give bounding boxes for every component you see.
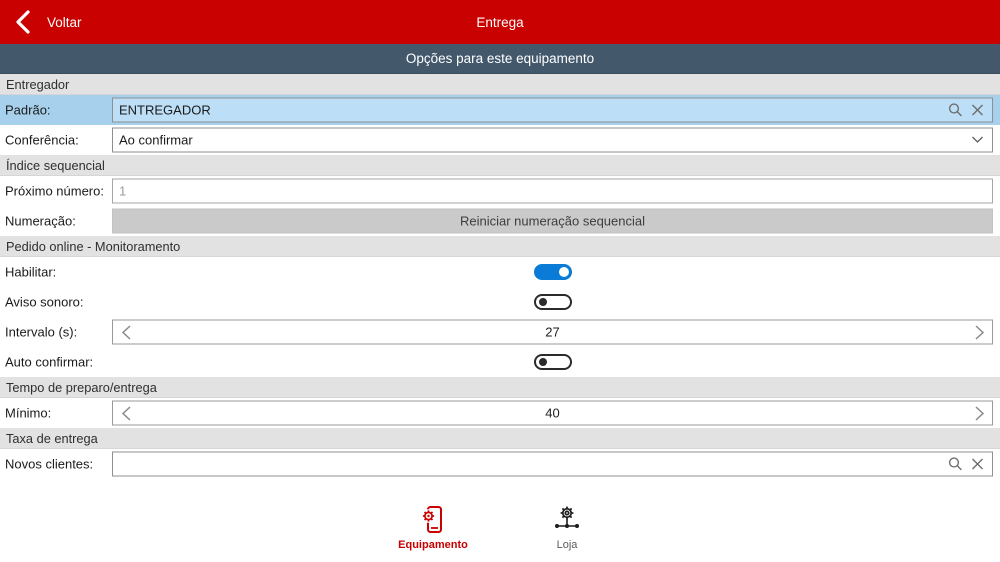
search-icon[interactable] — [948, 457, 963, 472]
padrao-label: Padrão: — [5, 103, 51, 118]
proximo-numero-input[interactable]: 1 — [112, 179, 993, 204]
row-intervalo: Intervalo (s): 27 — [0, 317, 1000, 347]
padrao-value: ENTREGADOR — [119, 103, 948, 118]
proximo-numero-label: Próximo número: — [5, 184, 104, 199]
padrao-input[interactable]: ENTREGADOR — [112, 98, 993, 123]
intervalo-label: Intervalo (s): — [5, 325, 77, 340]
auto-confirmar-label: Auto confirmar: — [5, 355, 93, 370]
row-novos-clientes: Novos clientes: — [0, 449, 1000, 479]
increment-icon[interactable] — [966, 405, 992, 421]
aviso-sonoro-label: Aviso sonoro: — [5, 295, 84, 310]
section-taxa-entrega: Taxa de entrega — [0, 428, 1000, 449]
chevron-down-icon — [971, 136, 984, 145]
minimo-label: Mínimo: — [5, 406, 51, 421]
novos-clientes-label: Novos clientes: — [5, 457, 93, 472]
auto-confirmar-toggle[interactable] — [534, 354, 572, 370]
page-title: Entrega — [0, 15, 1000, 30]
numeracao-label: Numeração: — [5, 214, 76, 229]
tab-loja[interactable]: Loja — [523, 504, 611, 551]
device-gear-icon — [418, 504, 448, 536]
increment-icon[interactable] — [966, 324, 992, 340]
back-label: Voltar — [47, 15, 82, 30]
toggle-knob — [539, 298, 547, 306]
subheader-bar: Opções para este equipamento — [0, 44, 1000, 74]
subheader-title: Opções para este equipamento — [406, 51, 594, 66]
minimo-stepper: 40 — [112, 401, 993, 426]
toggle-knob — [559, 267, 569, 277]
conferencia-value: Ao confirmar — [119, 133, 971, 148]
decrement-icon[interactable] — [113, 405, 139, 421]
row-minimo: Mínimo: 40 — [0, 398, 1000, 428]
section-entregador: Entregador — [0, 74, 1000, 95]
back-button[interactable]: Voltar — [0, 9, 82, 35]
proximo-numero-value: 1 — [119, 184, 986, 199]
conferencia-select[interactable]: Ao confirmar — [112, 128, 993, 153]
habilitar-label: Habilitar: — [5, 265, 56, 280]
intervalo-stepper: 27 — [112, 320, 993, 345]
bottom-tab-bar: Equipamento — [0, 504, 1000, 556]
reiniciar-numeracao-button[interactable]: Reiniciar numeração sequencial — [112, 209, 993, 234]
tab-equipamento[interactable]: Equipamento — [389, 504, 477, 551]
header-bar: Voltar Entrega — [0, 0, 1000, 44]
conferencia-label: Conferência: — [5, 133, 79, 148]
row-padrao: Padrão: ENTREGADOR — [0, 95, 1000, 125]
row-proximo-numero: Próximo número: 1 — [0, 176, 1000, 206]
row-conferencia: Conferência: Ao confirmar — [0, 125, 1000, 155]
novos-clientes-input[interactable] — [112, 452, 993, 477]
row-auto-confirmar: Auto confirmar: — [0, 347, 1000, 377]
back-chevron-icon — [13, 9, 35, 35]
toggle-knob — [539, 358, 547, 366]
clear-icon[interactable] — [971, 458, 984, 471]
store-network-gear-icon — [552, 504, 582, 536]
section-pedido-online: Pedido online - Monitoramento — [0, 236, 1000, 257]
intervalo-value: 27 — [139, 325, 966, 340]
minimo-value: 40 — [139, 406, 966, 421]
tab-label: Equipamento — [398, 539, 468, 551]
row-habilitar: Habilitar: — [0, 257, 1000, 287]
search-icon[interactable] — [948, 103, 963, 118]
tab-label: Loja — [557, 539, 578, 551]
habilitar-toggle[interactable] — [534, 264, 572, 280]
section-indice-sequencial: Índice sequencial — [0, 155, 1000, 176]
row-aviso-sonoro: Aviso sonoro: — [0, 287, 1000, 317]
clear-icon[interactable] — [971, 104, 984, 117]
section-tempo-preparo: Tempo de preparo/entrega — [0, 377, 1000, 398]
aviso-sonoro-toggle[interactable] — [534, 294, 572, 310]
row-numeracao: Numeração: Reiniciar numeração sequencia… — [0, 206, 1000, 236]
decrement-icon[interactable] — [113, 324, 139, 340]
app-window: Voltar Entrega Opções para este equipame… — [0, 0, 1000, 562]
